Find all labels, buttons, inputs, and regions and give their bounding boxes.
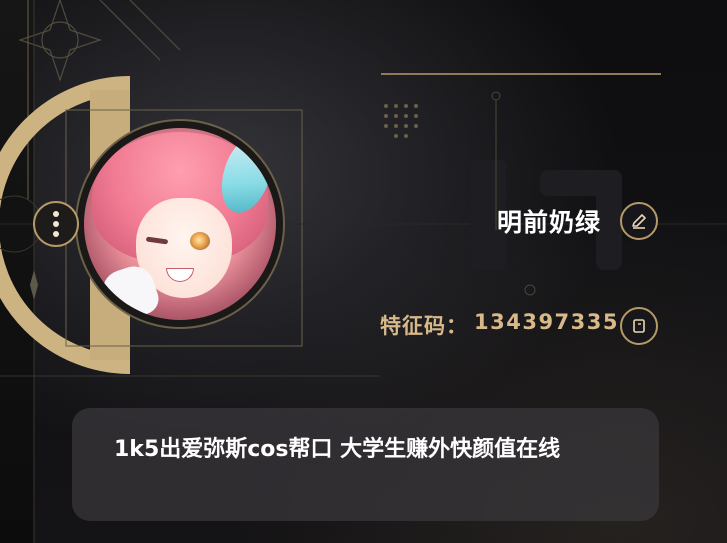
copy-id-button[interactable]: [620, 307, 658, 345]
header-divider: [381, 73, 661, 75]
bio-text: 1k5出爱弥斯cos帮口 大学生赚外快颜值在线: [114, 437, 561, 462]
left-decor-column: [0, 0, 34, 543]
id-label: 特征码：: [380, 314, 468, 338]
bio-card: 1k5出爱弥斯cos帮口 大学生赚外快颜值在线: [72, 408, 659, 521]
more-options-button[interactable]: [33, 201, 79, 247]
profile-card: 明前奶绿 特征码： 134397335 1k5出爱弥斯cos帮口 大学生赚外快颜…: [0, 0, 727, 543]
avatar[interactable]: [84, 128, 276, 320]
copy-icon: [633, 319, 645, 333]
more-vertical-icon: [53, 211, 59, 217]
user-name: 明前奶绿: [496, 208, 601, 237]
pencil-icon: [632, 214, 646, 229]
edit-name-button[interactable]: [620, 202, 658, 240]
id-value: 134397335: [474, 310, 620, 334]
